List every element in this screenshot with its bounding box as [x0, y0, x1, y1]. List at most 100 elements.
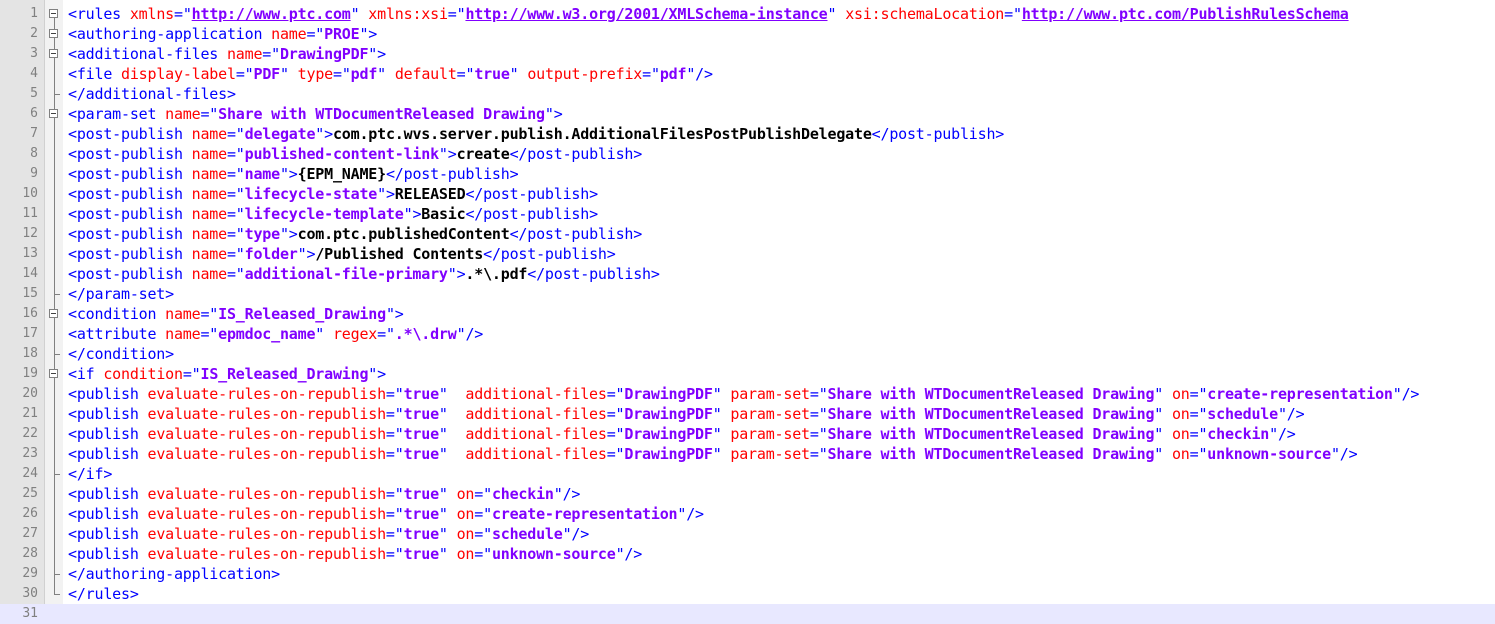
code-line[interactable]: 7 <post-publish name="delegate">com.ptc.w… — [0, 124, 1495, 144]
code-token: unknown-source — [1207, 445, 1331, 463]
code-token: checkin — [491, 485, 554, 503]
code-token: <authoring-application — [68, 25, 272, 43]
code-line[interactable]: 10 <post-publish name="lifecycle-state">R… — [0, 184, 1495, 204]
code-token: </param-set> — [68, 285, 174, 303]
line-code: <additional-files name="DrawingPDF"> — [68, 44, 386, 64]
code-line[interactable]: 16 <condition name="IS_Released_Drawing"> — [0, 304, 1495, 324]
code-line[interactable]: 17 <attribute name="epmdoc_name" regex=".… — [0, 324, 1495, 344]
code-token: DrawingPDF — [624, 385, 713, 403]
code-token: " — [712, 445, 731, 463]
line-code: <param-set name="Share with WTDocumentRe… — [68, 104, 563, 124]
code-token: </post-publish> — [509, 225, 643, 243]
code-line[interactable]: 25 <publish evaluate-rules-on-republish="… — [0, 484, 1495, 504]
code-line[interactable]: 24 </if> — [0, 464, 1495, 484]
code-token: =" — [235, 65, 254, 83]
code-line[interactable]: 30 </rules> — [0, 584, 1495, 604]
code-line[interactable]: 27 <publish evaluate-rules-on-republish="… — [0, 524, 1495, 544]
code-line[interactable]: 9 <post-publish name="name">{EPM_NAME}</p… — [0, 164, 1495, 184]
code-token: default — [394, 65, 457, 83]
code-token: </post-publish> — [527, 265, 660, 283]
code-line[interactable]: 3 <additional-files name="DrawingPDF"> — [0, 44, 1495, 64]
code-token: Share with WTDocumentReleased Drawing — [827, 425, 1155, 443]
line-code: <publish evaluate-rules-on-republish="tr… — [68, 444, 1358, 464]
code-line[interactable]: 5 </additional-files> — [0, 84, 1495, 104]
line-number: 14 — [22, 266, 38, 281]
code-line[interactable]: 31 — [0, 604, 1495, 624]
code-line[interactable]: 1 <rules xmlns="http://www.ptc.com" xmlns… — [0, 4, 1495, 24]
code-token: name — [191, 125, 228, 143]
code-line[interactable]: 12 <post-publish name="type">com.ptc.publ… — [0, 224, 1495, 244]
fold-toggle-icon[interactable] — [48, 364, 62, 384]
code-token: "/> — [615, 545, 643, 563]
code-token: evaluate-rules-on-republish — [147, 405, 386, 423]
code-line[interactable]: 2 <authoring-application name="PROE"> — [0, 24, 1495, 44]
code-token: " — [315, 325, 333, 343]
code-token: xmlns:xsi — [368, 5, 448, 23]
code-token: .*\.pdf — [465, 265, 528, 283]
code-token: on — [1171, 445, 1190, 463]
code-token: true — [403, 385, 440, 403]
fold-toggle-icon[interactable] — [48, 4, 62, 24]
code-line[interactable]: 18 </condition> — [0, 344, 1495, 364]
code-token: com.ptc.wvs.server.publish.AdditionalFil… — [332, 125, 872, 143]
code-token: Share with WTDocumentReleased Drawing — [827, 385, 1155, 403]
line-number: 17 — [22, 326, 38, 341]
code-token: Share with WTDocumentReleased Drawing — [218, 105, 545, 123]
code-token: <post-publish — [68, 125, 192, 143]
line-code: <publish evaluate-rules-on-republish="tr… — [68, 384, 1419, 404]
code-token: =" — [606, 425, 625, 443]
line-code: <publish evaluate-rules-on-republish="tr… — [68, 544, 642, 564]
code-line[interactable]: 8 <post-publish name="published-content-l… — [0, 144, 1495, 164]
code-token: <post-publish — [68, 225, 192, 243]
code-line[interactable]: 4 <file display-label="PDF" type="pdf" de… — [0, 64, 1495, 84]
code-token: " — [712, 405, 731, 423]
code-token: display-label — [121, 65, 236, 83]
code-token: name — [191, 265, 228, 283]
code-line[interactable]: 22 <publish evaluate-rules-on-republish="… — [0, 424, 1495, 444]
code-token: =" — [1004, 5, 1022, 23]
xml-editor[interactable]: 1 <rules xmlns="http://www.ptc.com" xmlns… — [0, 0, 1495, 624]
code-token: <if — [68, 365, 104, 383]
code-line[interactable]: 29 </authoring-application> — [0, 564, 1495, 584]
code-token: true — [403, 525, 440, 543]
code-line[interactable]: 11 <post-publish name="lifecycle-template… — [0, 204, 1495, 224]
code-token: regex — [332, 325, 378, 343]
code-line[interactable]: 23 <publish evaluate-rules-on-republish="… — [0, 444, 1495, 464]
code-line[interactable]: 19 <if condition="IS_Released_Drawing"> — [0, 364, 1495, 384]
code-token: <param-set — [68, 105, 166, 123]
code-token: evaluate-rules-on-republish — [147, 485, 386, 503]
code-token: " — [1154, 405, 1172, 423]
line-number: 30 — [22, 586, 38, 601]
code-token: unknown-source — [491, 545, 616, 563]
fold-toggle-icon[interactable] — [48, 44, 62, 64]
line-code: <post-publish name="name">{EPM_NAME}</po… — [68, 164, 519, 184]
code-line[interactable]: 6 <param-set name="Share with WTDocumentR… — [0, 104, 1495, 124]
fold-toggle-icon[interactable] — [48, 104, 62, 124]
code-line[interactable]: 15 </param-set> — [0, 284, 1495, 304]
code-token: =" — [606, 385, 625, 403]
code-token: " — [438, 385, 466, 403]
code-token: IS_Released_Drawing — [218, 305, 386, 323]
code-line[interactable]: 14 <post-publish name="additional-file-pr… — [0, 264, 1495, 284]
code-token: param-set — [730, 445, 810, 463]
code-line[interactable]: 21 <publish evaluate-rules-on-republish="… — [0, 404, 1495, 424]
code-token: IS_Released_Drawing — [200, 365, 369, 383]
code-token: name — [191, 225, 228, 243]
code-line[interactable]: 13 <post-publish name="folder">/Published… — [0, 244, 1495, 264]
code-token: =" — [173, 5, 192, 23]
code-token: true — [403, 545, 440, 563]
code-token: lifecycle-state — [244, 185, 378, 203]
code-token: =" — [226, 225, 245, 243]
code-token: " — [1154, 385, 1172, 403]
code-token: <attribute — [68, 325, 166, 343]
code-token: " — [279, 65, 298, 83]
code-line[interactable]: 20 <publish evaluate-rules-on-republish="… — [0, 384, 1495, 404]
fold-guide-icon — [48, 204, 62, 224]
code-token: com.ptc.publishedContent — [297, 225, 510, 243]
code-line[interactable]: 28 <publish evaluate-rules-on-republish="… — [0, 544, 1495, 564]
fold-toggle-icon[interactable] — [48, 304, 62, 324]
fold-toggle-icon[interactable] — [48, 24, 62, 44]
code-token: =" — [262, 45, 280, 63]
code-token: "> — [544, 105, 563, 123]
code-line[interactable]: 26 <publish evaluate-rules-on-republish="… — [0, 504, 1495, 524]
